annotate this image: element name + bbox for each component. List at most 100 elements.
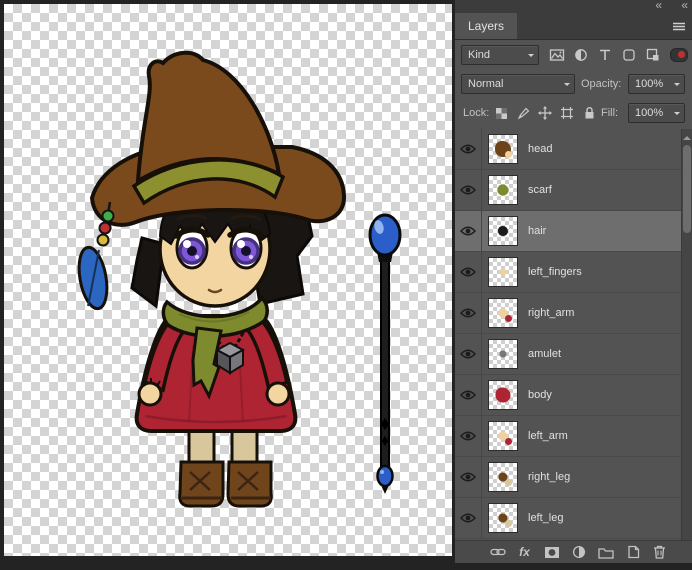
panel-dock-header: « « <box>455 0 692 13</box>
layer-row[interactable]: hair <box>455 211 682 252</box>
visibility-toggle[interactable] <box>455 457 482 497</box>
opacity-label: Opacity: <box>581 78 622 90</box>
link-layers-icon[interactable] <box>489 544 506 560</box>
eye-icon <box>460 349 476 359</box>
visibility-toggle[interactable] <box>455 252 482 292</box>
layer-thumbnail[interactable] <box>488 421 518 451</box>
character-artwork <box>77 50 402 508</box>
filter-active-light <box>678 51 685 58</box>
lock-label: Lock: <box>463 107 490 119</box>
application-window: « « Layers Kind Normal Opacity: 100% Loc… <box>0 0 692 570</box>
collapse-dock-icon[interactable]: « <box>681 0 688 12</box>
thumbnail-art-blob <box>497 184 509 196</box>
add-layer-mask-icon[interactable] <box>543 544 560 560</box>
thumbnail-art-blob <box>499 268 507 276</box>
layer-row[interactable]: scarf <box>455 170 682 211</box>
layer-row[interactable]: right_leg <box>455 457 682 498</box>
new-layer-icon[interactable] <box>624 544 641 560</box>
layer-row[interactable]: left_leg <box>455 498 682 539</box>
kind-filter-dropdown[interactable]: Kind <box>461 45 539 65</box>
visibility-toggle[interactable] <box>455 334 482 374</box>
new-adjustment-layer-icon[interactable] <box>570 544 587 560</box>
eye-icon <box>460 226 476 236</box>
lock-all-icon[interactable] <box>579 103 599 123</box>
layer-name[interactable]: scarf <box>528 170 552 210</box>
eye-icon <box>460 144 476 154</box>
visibility-toggle[interactable] <box>455 375 482 415</box>
staff-artwork <box>368 213 402 494</box>
layer-row[interactable]: head <box>455 129 682 170</box>
thumbnail-art-blob <box>495 387 511 403</box>
layer-list-scrollbar[interactable] <box>681 129 692 540</box>
feather-charm-artwork <box>77 201 115 311</box>
layer-row[interactable]: left_arm <box>455 416 682 457</box>
layer-thumbnail[interactable] <box>488 339 518 369</box>
eye-icon <box>460 472 476 482</box>
lock-artboard-icon[interactable] <box>557 103 577 123</box>
layer-row[interactable]: amulet <box>455 334 682 375</box>
fill-label: Fill: <box>601 107 619 119</box>
pixel-filter-icon[interactable] <box>547 45 567 65</box>
layer-name[interactable]: left_leg <box>528 498 563 538</box>
visibility-toggle[interactable] <box>455 170 482 210</box>
panel-tab-bar: Layers <box>455 13 692 40</box>
visibility-toggle[interactable] <box>455 416 482 456</box>
smart-object-filter-icon[interactable] <box>643 45 663 65</box>
delete-layer-icon[interactable] <box>651 544 668 560</box>
blend-mode-dropdown[interactable]: Normal <box>461 74 575 94</box>
panel-menu-icon[interactable] <box>672 20 686 32</box>
layer-thumbnail[interactable] <box>488 216 518 246</box>
tab-layers[interactable]: Layers <box>455 13 518 39</box>
scroll-up-arrow-icon[interactable] <box>683 132 691 140</box>
thumbnail-art-blob-secondary <box>505 151 512 158</box>
eye-icon <box>460 390 476 400</box>
thumbnail-art-blob-secondary <box>505 438 512 445</box>
layer-thumbnail[interactable] <box>488 134 518 164</box>
eye-icon <box>460 513 476 523</box>
lock-pixels-icon[interactable] <box>513 103 533 123</box>
lock-position-icon[interactable] <box>535 103 555 123</box>
thumbnail-art-blob-secondary <box>505 315 512 322</box>
type-filter-icon[interactable] <box>595 45 615 65</box>
layer-name[interactable]: right_arm <box>528 293 574 333</box>
layer-name[interactable]: right_leg <box>528 457 570 497</box>
layer-thumbnail[interactable] <box>488 380 518 410</box>
layer-row[interactable]: right_arm <box>455 293 682 334</box>
visibility-toggle[interactable] <box>455 498 482 538</box>
layer-row[interactable]: body <box>455 375 682 416</box>
layer-thumbnail[interactable] <box>488 298 518 328</box>
layer-name[interactable]: amulet <box>528 334 561 374</box>
layer-name[interactable]: body <box>528 375 552 415</box>
visibility-toggle[interactable] <box>455 129 482 169</box>
scrollbar-thumb[interactable] <box>683 145 691 233</box>
thumbnail-art-blob-secondary <box>505 520 512 527</box>
layer-thumbnail[interactable] <box>488 462 518 492</box>
eye-icon <box>460 431 476 441</box>
lock-transparency-icon[interactable] <box>491 103 511 123</box>
legs-artwork <box>178 420 273 508</box>
visibility-toggle[interactable] <box>455 211 482 251</box>
layer-filter-toggle[interactable] <box>670 48 688 62</box>
thumbnail-art-blob <box>498 226 508 236</box>
layer-thumbnail[interactable] <box>488 257 518 287</box>
adjustment-filter-icon[interactable] <box>571 45 591 65</box>
layer-row[interactable]: left_fingers <box>455 252 682 293</box>
eye-icon <box>460 185 476 195</box>
eye-icon <box>460 267 476 277</box>
shape-filter-icon[interactable] <box>619 45 639 65</box>
layer-name[interactable]: left_fingers <box>528 252 582 292</box>
collapse-panels-icon[interactable]: « <box>655 0 662 12</box>
layer-thumbnail[interactable] <box>488 503 518 533</box>
layer-name[interactable]: left_arm <box>528 416 568 456</box>
fill-dropdown[interactable]: 100% <box>628 103 685 123</box>
layer-name[interactable]: hair <box>528 211 546 251</box>
visibility-toggle[interactable] <box>455 293 482 333</box>
layer-thumbnail[interactable] <box>488 175 518 205</box>
new-group-icon[interactable] <box>597 544 614 560</box>
layers-bottom-bar: fx <box>455 540 692 563</box>
layer-name[interactable]: head <box>528 129 552 169</box>
fx-label: fx <box>519 545 530 559</box>
opacity-dropdown[interactable]: 100% <box>628 74 685 94</box>
layer-style-button[interactable]: fx <box>516 544 533 560</box>
document-canvas[interactable] <box>4 4 452 556</box>
